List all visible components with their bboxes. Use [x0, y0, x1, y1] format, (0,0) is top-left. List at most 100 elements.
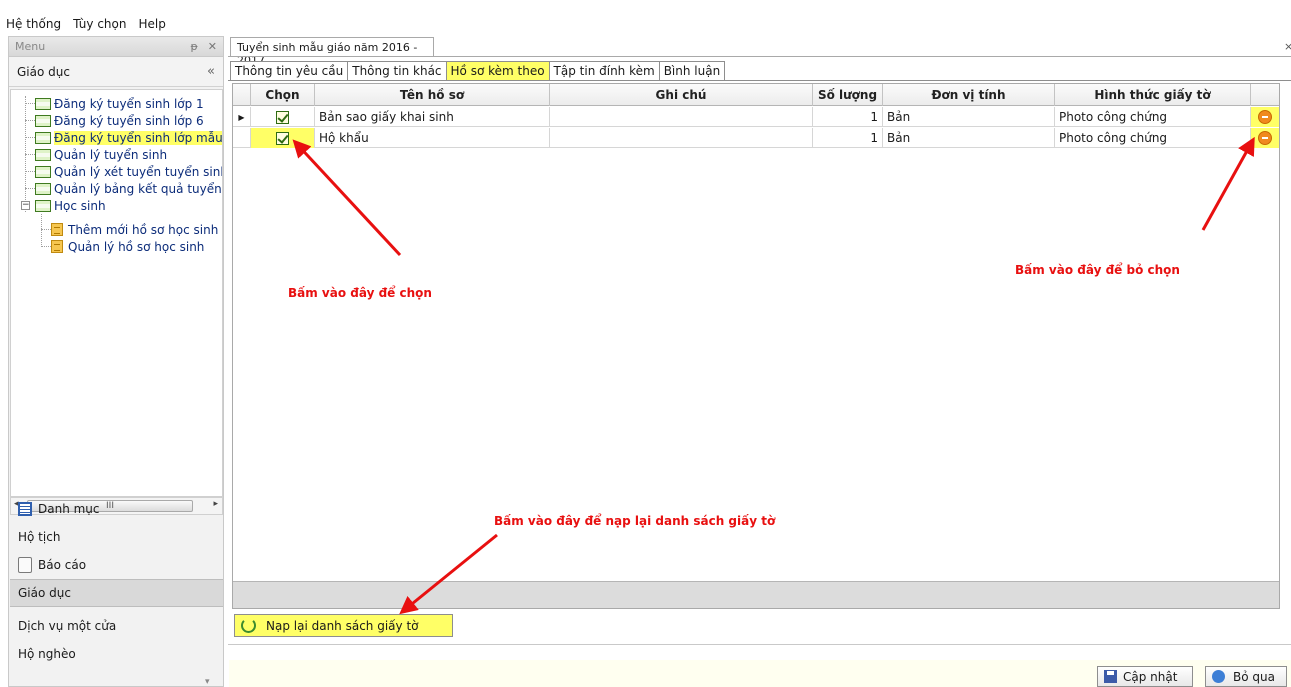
- cancel-button-label: Bỏ qua: [1233, 669, 1275, 684]
- table-icon: [35, 114, 51, 127]
- tree-item-label: Học sinh: [54, 198, 106, 213]
- tree-item-label: Quản lý bảng kết quả tuyển s: [54, 181, 223, 196]
- menu-help[interactable]: Help: [138, 17, 165, 31]
- nav-label: Danh mục: [38, 502, 100, 516]
- nav-danh-muc[interactable]: Danh mục: [10, 495, 223, 523]
- tree-item[interactable]: Quản lý tuyển sinh: [35, 146, 167, 163]
- annotation-unchoose: Bấm vào đây để bỏ chọn: [1015, 263, 1180, 277]
- nav-label: Hộ tịch: [18, 530, 61, 544]
- nav-label: Báo cáo: [38, 558, 87, 572]
- cell-don-vi-tinh[interactable]: Bản: [883, 128, 1055, 148]
- nav-ho-ngheo[interactable]: Hộ nghèo: [10, 640, 223, 668]
- col-chon[interactable]: Chọn: [251, 84, 315, 106]
- tree-connector: [25, 120, 35, 121]
- select-cell[interactable]: [251, 128, 315, 148]
- nav-bao-cao[interactable]: Báo cáo: [10, 551, 223, 579]
- menu-panel-header: Menu ᵽ ✕: [9, 37, 223, 57]
- pin-icon[interactable]: ᵽ: [190, 40, 197, 53]
- tree-item[interactable]: Đăng ký tuyển sinh lớp 6: [35, 112, 204, 129]
- cell-ghi-chu[interactable]: [550, 107, 813, 127]
- tree-connector: [41, 246, 51, 247]
- table-icon: [35, 148, 51, 161]
- col-ten-ho-so[interactable]: Tên hồ sơ: [315, 84, 550, 106]
- menubar: Hệ thống Tùy chọn Help: [0, 14, 1291, 34]
- tree-item-selected[interactable]: Đăng ký tuyển sinh lớp mẫu: [35, 129, 223, 146]
- row-indicator-header: [233, 84, 251, 106]
- tree-connector: [25, 171, 35, 172]
- row-pointer-icon: ▶: [233, 107, 251, 127]
- tab-divider: [228, 80, 1291, 81]
- tree-expander-icon[interactable]: −: [21, 201, 30, 210]
- nav-dich-vu-mot-cua[interactable]: Dịch vụ một cửa: [10, 612, 223, 640]
- tree-item-label: Thêm mới hồ sơ học sinh: [68, 222, 219, 237]
- menu-tuy-chon[interactable]: Tùy chọn: [73, 17, 126, 31]
- grid-header: Chọn Tên hồ sơ Ghi chú Số lượng Đơn vị t…: [233, 84, 1279, 106]
- tab-divider: [228, 56, 1291, 57]
- tree-connector: [25, 188, 35, 189]
- tree-item[interactable]: Học sinh: [35, 197, 106, 214]
- tree-item-label: Đăng ký tuyển sinh lớp 6: [54, 113, 204, 128]
- tree-item[interactable]: Thêm mới hồ sơ học sinh: [51, 221, 218, 238]
- col-so-luong[interactable]: Số lượng: [813, 84, 883, 106]
- col-don-vi-tinh[interactable]: Đơn vị tính: [883, 84, 1055, 106]
- cell-don-vi-tinh[interactable]: Bản: [883, 107, 1055, 127]
- document-tab[interactable]: Tuyển sinh mẫu giáo năm 2016 - 2017: [230, 37, 434, 67]
- tree-item[interactable]: Quản lý hồ sơ học sinh: [51, 238, 204, 255]
- checkbox[interactable]: [276, 131, 289, 145]
- col-ghi-chu[interactable]: Ghi chú: [550, 84, 813, 106]
- section-header[interactable]: Giáo dục «: [9, 57, 223, 87]
- cancel-button[interactable]: Bỏ qua: [1205, 666, 1287, 687]
- divider: [228, 644, 1291, 645]
- row-indicator: [233, 128, 251, 148]
- cell-hinh-thuc[interactable]: Photo công chứng: [1055, 107, 1251, 127]
- tree-connector: [25, 154, 35, 155]
- tree-item[interactable]: Quản lý bảng kết quả tuyển s: [35, 180, 223, 197]
- annotation-choose: Bấm vào đây để chọn: [288, 286, 432, 300]
- table-icon: [35, 199, 51, 212]
- cell-hinh-thuc[interactable]: Photo công chứng: [1055, 128, 1251, 148]
- nav-label: Hộ nghèo: [18, 647, 76, 661]
- nav-ho-tich[interactable]: Hộ tịch: [10, 523, 223, 551]
- table-row[interactable]: ▶ Bản sao giấy khai sinh 1 Bản Photo côn…: [233, 107, 1279, 127]
- remove-cell[interactable]: [1251, 128, 1279, 148]
- tab-thong-tin-khac[interactable]: Thông tin khác: [347, 61, 447, 81]
- checkbox[interactable]: [276, 110, 289, 124]
- remove-icon[interactable]: [1258, 110, 1272, 124]
- refresh-icon: [241, 618, 256, 633]
- tab-ho-so-kem-theo[interactable]: Hồ sơ kèm theo: [445, 61, 550, 81]
- save-button[interactable]: Cập nhật: [1097, 666, 1193, 687]
- nav-label: Dịch vụ một cửa: [18, 619, 117, 633]
- tree-connector: [41, 229, 51, 230]
- tree-connector: [25, 103, 35, 104]
- tree-item[interactable]: Quản lý xét tuyển tuyển sinh: [35, 163, 222, 180]
- remove-icon[interactable]: [1258, 131, 1272, 145]
- tree-item[interactable]: Đăng ký tuyển sinh lớp 1: [35, 95, 204, 112]
- tab-tap-tin-dinh-kem[interactable]: Tập tin đính kèm: [548, 61, 660, 81]
- cell-so-luong[interactable]: 1: [813, 107, 883, 127]
- menu-he-thong[interactable]: Hệ thống: [6, 17, 61, 31]
- tree-item-label: Quản lý hồ sơ học sinh: [68, 239, 205, 254]
- col-hinh-thuc-giay-to[interactable]: Hình thức giấy tờ: [1055, 84, 1251, 106]
- tree-connector: [25, 137, 35, 138]
- save-button-label: Cập nhật: [1123, 669, 1178, 684]
- close-icon[interactable]: ✕: [208, 40, 217, 53]
- select-cell[interactable]: [251, 107, 315, 127]
- reload-document-list-button[interactable]: Nạp lại danh sách giấy tờ: [234, 614, 453, 637]
- tree-item-label: Đăng ký tuyển sinh lớp mẫu: [54, 130, 223, 145]
- cell-ten-ho-so[interactable]: Bản sao giấy khai sinh: [315, 107, 550, 127]
- close-icon[interactable]: ×: [1284, 40, 1291, 53]
- chevron-down-icon[interactable]: ▾: [205, 677, 210, 687]
- tab-thong-tin-yeu-cau[interactable]: Thông tin yêu cầu: [230, 61, 349, 81]
- table-row[interactable]: Hộ khẩu 1 Bản Photo công chứng: [233, 128, 1279, 148]
- remove-cell[interactable]: [1251, 107, 1279, 127]
- table-icon: [35, 165, 51, 178]
- table-icon: [35, 97, 51, 110]
- cell-ten-ho-so[interactable]: Hộ khẩu: [315, 128, 550, 148]
- cell-ghi-chu[interactable]: [550, 128, 813, 148]
- tree-item-label: Đăng ký tuyển sinh lớp 1: [54, 96, 204, 111]
- cell-so-luong[interactable]: 1: [813, 128, 883, 148]
- nav-giao-duc[interactable]: Giáo dục: [10, 579, 223, 607]
- collapse-chevron-icon[interactable]: «: [207, 64, 215, 79]
- menu-panel-title: Menu: [15, 40, 46, 53]
- tab-binh-luan[interactable]: Bình luận: [658, 61, 726, 81]
